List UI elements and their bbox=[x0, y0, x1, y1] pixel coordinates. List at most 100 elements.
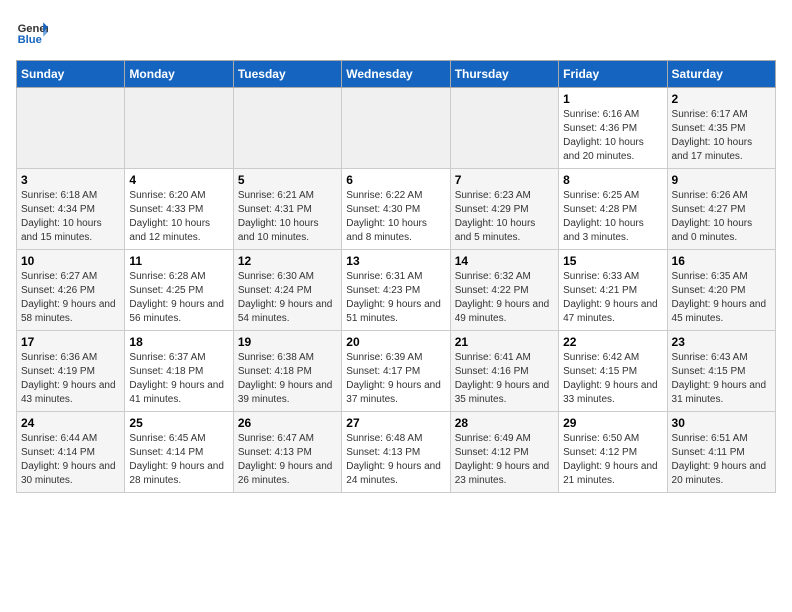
day-info: Sunrise: 6:45 AM Sunset: 4:14 PM Dayligh… bbox=[129, 432, 228, 488]
day-number: 19 bbox=[238, 335, 337, 349]
day-info: Sunrise: 6:51 AM Sunset: 4:11 PM Dayligh… bbox=[672, 432, 771, 488]
calendar-day-cell: 5 Sunrise: 6:21 AM Sunset: 4:31 PM Daylig… bbox=[233, 169, 341, 250]
calendar-day-cell: 18Sunrise: 6:37 AM Sunset: 4:18 PM Dayli… bbox=[125, 331, 233, 412]
calendar-day-cell bbox=[450, 88, 558, 169]
day-info: Sunrise: 6:16 AM Sunset: 4:36 PM Dayligh… bbox=[563, 108, 662, 164]
calendar-day-cell: 4Sunrise: 6:20 AM Sunset: 4:33 PM Daylig… bbox=[125, 169, 233, 250]
calendar-day-cell bbox=[17, 88, 125, 169]
day-number: 5 bbox=[238, 173, 337, 187]
calendar-day-cell: 26 Sunrise: 6:47 AM Sunset: 4:13 PM Dayli… bbox=[233, 412, 341, 493]
calendar-day-cell bbox=[233, 88, 341, 169]
calendar-day-cell: 17 Sunrise: 6:36 AM Sunset: 4:19 PM Dayli… bbox=[17, 331, 125, 412]
calendar-day-cell: 9 Sunrise: 6:26 AM Sunset: 4:27 PM Daylig… bbox=[667, 169, 775, 250]
day-number: 21 bbox=[455, 335, 554, 349]
day-number: 26 bbox=[238, 416, 337, 430]
day-number: 10 bbox=[21, 254, 120, 268]
day-number: 27 bbox=[346, 416, 445, 430]
day-number: 4 bbox=[129, 173, 228, 187]
day-number: 16 bbox=[672, 254, 771, 268]
day-number: 7 bbox=[455, 173, 554, 187]
calendar-week-row: 17 Sunrise: 6:36 AM Sunset: 4:19 PM Dayli… bbox=[17, 331, 776, 412]
day-number: 3 bbox=[21, 173, 120, 187]
day-info: Sunrise: 6:49 AM Sunset: 4:12 PM Dayligh… bbox=[455, 432, 554, 488]
day-info: Sunrise: 6:42 AM Sunset: 4:15 PM Dayligh… bbox=[563, 351, 662, 407]
calendar-day-cell bbox=[342, 88, 450, 169]
calendar-day-cell: 13 Sunrise: 6:31 AM Sunset: 4:23 PM Dayli… bbox=[342, 250, 450, 331]
calendar-day-cell: 22Sunrise: 6:42 AM Sunset: 4:15 PM Dayli… bbox=[559, 331, 667, 412]
day-number: 8 bbox=[563, 173, 662, 187]
page-header: General Blue bbox=[16, 16, 776, 48]
calendar-day-cell: 6 Sunrise: 6:22 AM Sunset: 4:30 PM Daylig… bbox=[342, 169, 450, 250]
day-number: 15 bbox=[563, 254, 662, 268]
day-info: Sunrise: 6:25 AM Sunset: 4:28 PM Dayligh… bbox=[563, 189, 662, 245]
day-info: Sunrise: 6:48 AM Sunset: 4:13 PM Dayligh… bbox=[346, 432, 445, 488]
day-number: 6 bbox=[346, 173, 445, 187]
calendar-day-cell: 21 Sunrise: 6:41 AM Sunset: 4:16 PM Dayli… bbox=[450, 331, 558, 412]
day-number: 1 bbox=[563, 92, 662, 106]
calendar-table: SundayMondayTuesdayWednesdayThursdayFrid… bbox=[16, 60, 776, 493]
day-info: Sunrise: 6:22 AM Sunset: 4:30 PM Dayligh… bbox=[346, 189, 445, 245]
day-info: Sunrise: 6:31 AM Sunset: 4:23 PM Dayligh… bbox=[346, 270, 445, 326]
day-number: 17 bbox=[21, 335, 120, 349]
day-info: Sunrise: 6:41 AM Sunset: 4:16 PM Dayligh… bbox=[455, 351, 554, 407]
day-info: Sunrise: 6:17 AM Sunset: 4:35 PM Dayligh… bbox=[672, 108, 771, 164]
day-info: Sunrise: 6:27 AM Sunset: 4:26 PM Dayligh… bbox=[21, 270, 120, 326]
day-number: 9 bbox=[672, 173, 771, 187]
calendar-day-cell: 30 Sunrise: 6:51 AM Sunset: 4:11 PM Dayli… bbox=[667, 412, 775, 493]
day-of-week-header: Monday bbox=[125, 61, 233, 88]
day-info: Sunrise: 6:38 AM Sunset: 4:18 PM Dayligh… bbox=[238, 351, 337, 407]
day-number: 12 bbox=[238, 254, 337, 268]
day-number: 18 bbox=[129, 335, 228, 349]
calendar-week-row: 3 Sunrise: 6:18 AM Sunset: 4:34 PM Daylig… bbox=[17, 169, 776, 250]
calendar-day-cell: 25 Sunrise: 6:45 AM Sunset: 4:14 PM Dayli… bbox=[125, 412, 233, 493]
day-info: Sunrise: 6:21 AM Sunset: 4:31 PM Dayligh… bbox=[238, 189, 337, 245]
day-number: 13 bbox=[346, 254, 445, 268]
calendar-week-row: 1 Sunrise: 6:16 AM Sunset: 4:36 PM Daylig… bbox=[17, 88, 776, 169]
day-number: 25 bbox=[129, 416, 228, 430]
svg-text:Blue: Blue bbox=[18, 34, 42, 46]
calendar-day-cell: 7 Sunrise: 6:23 AM Sunset: 4:29 PM Daylig… bbox=[450, 169, 558, 250]
calendar-day-cell: 2 Sunrise: 6:17 AM Sunset: 4:35 PM Daylig… bbox=[667, 88, 775, 169]
calendar-day-cell: 14Sunrise: 6:32 AM Sunset: 4:22 PM Dayli… bbox=[450, 250, 558, 331]
day-number: 23 bbox=[672, 335, 771, 349]
day-of-week-header: Sunday bbox=[17, 61, 125, 88]
day-number: 11 bbox=[129, 254, 228, 268]
calendar-day-cell bbox=[125, 88, 233, 169]
day-number: 28 bbox=[455, 416, 554, 430]
calendar-header-row: SundayMondayTuesdayWednesdayThursdayFrid… bbox=[17, 61, 776, 88]
day-info: Sunrise: 6:36 AM Sunset: 4:19 PM Dayligh… bbox=[21, 351, 120, 407]
calendar-day-cell: 15 Sunrise: 6:33 AM Sunset: 4:21 PM Dayli… bbox=[559, 250, 667, 331]
day-info: Sunrise: 6:23 AM Sunset: 4:29 PM Dayligh… bbox=[455, 189, 554, 245]
day-info: Sunrise: 6:30 AM Sunset: 4:24 PM Dayligh… bbox=[238, 270, 337, 326]
calendar-day-cell: 8 Sunrise: 6:25 AM Sunset: 4:28 PM Daylig… bbox=[559, 169, 667, 250]
day-info: Sunrise: 6:26 AM Sunset: 4:27 PM Dayligh… bbox=[672, 189, 771, 245]
day-number: 14 bbox=[455, 254, 554, 268]
day-info: Sunrise: 6:50 AM Sunset: 4:12 PM Dayligh… bbox=[563, 432, 662, 488]
day-number: 24 bbox=[21, 416, 120, 430]
calendar-day-cell: 1 Sunrise: 6:16 AM Sunset: 4:36 PM Daylig… bbox=[559, 88, 667, 169]
calendar-day-cell: 16Sunrise: 6:35 AM Sunset: 4:20 PM Dayli… bbox=[667, 250, 775, 331]
day-info: Sunrise: 6:43 AM Sunset: 4:15 PM Dayligh… bbox=[672, 351, 771, 407]
calendar-day-cell: 19 Sunrise: 6:38 AM Sunset: 4:18 PM Dayli… bbox=[233, 331, 341, 412]
calendar-day-cell: 3 Sunrise: 6:18 AM Sunset: 4:34 PM Daylig… bbox=[17, 169, 125, 250]
day-info: Sunrise: 6:47 AM Sunset: 4:13 PM Dayligh… bbox=[238, 432, 337, 488]
day-info: Sunrise: 6:28 AM Sunset: 4:25 PM Dayligh… bbox=[129, 270, 228, 326]
calendar-week-row: 10 Sunrise: 6:27 AM Sunset: 4:26 PM Dayli… bbox=[17, 250, 776, 331]
day-of-week-header: Saturday bbox=[667, 61, 775, 88]
calendar-day-cell: 11 Sunrise: 6:28 AM Sunset: 4:25 PM Dayli… bbox=[125, 250, 233, 331]
calendar-day-cell: 20 Sunrise: 6:39 AM Sunset: 4:17 PM Dayli… bbox=[342, 331, 450, 412]
day-info: Sunrise: 6:18 AM Sunset: 4:34 PM Dayligh… bbox=[21, 189, 120, 245]
calendar-day-cell: 10 Sunrise: 6:27 AM Sunset: 4:26 PM Dayli… bbox=[17, 250, 125, 331]
day-info: Sunrise: 6:33 AM Sunset: 4:21 PM Dayligh… bbox=[563, 270, 662, 326]
day-number: 29 bbox=[563, 416, 662, 430]
day-number: 2 bbox=[672, 92, 771, 106]
day-of-week-header: Tuesday bbox=[233, 61, 341, 88]
day-of-week-header: Thursday bbox=[450, 61, 558, 88]
calendar-day-cell: 28 Sunrise: 6:49 AM Sunset: 4:12 PM Dayli… bbox=[450, 412, 558, 493]
calendar-day-cell: 23 Sunrise: 6:43 AM Sunset: 4:15 PM Dayli… bbox=[667, 331, 775, 412]
day-of-week-header: Wednesday bbox=[342, 61, 450, 88]
day-info: Sunrise: 6:39 AM Sunset: 4:17 PM Dayligh… bbox=[346, 351, 445, 407]
calendar-week-row: 24Sunrise: 6:44 AM Sunset: 4:14 PM Dayli… bbox=[17, 412, 776, 493]
day-number: 20 bbox=[346, 335, 445, 349]
day-number: 30 bbox=[672, 416, 771, 430]
